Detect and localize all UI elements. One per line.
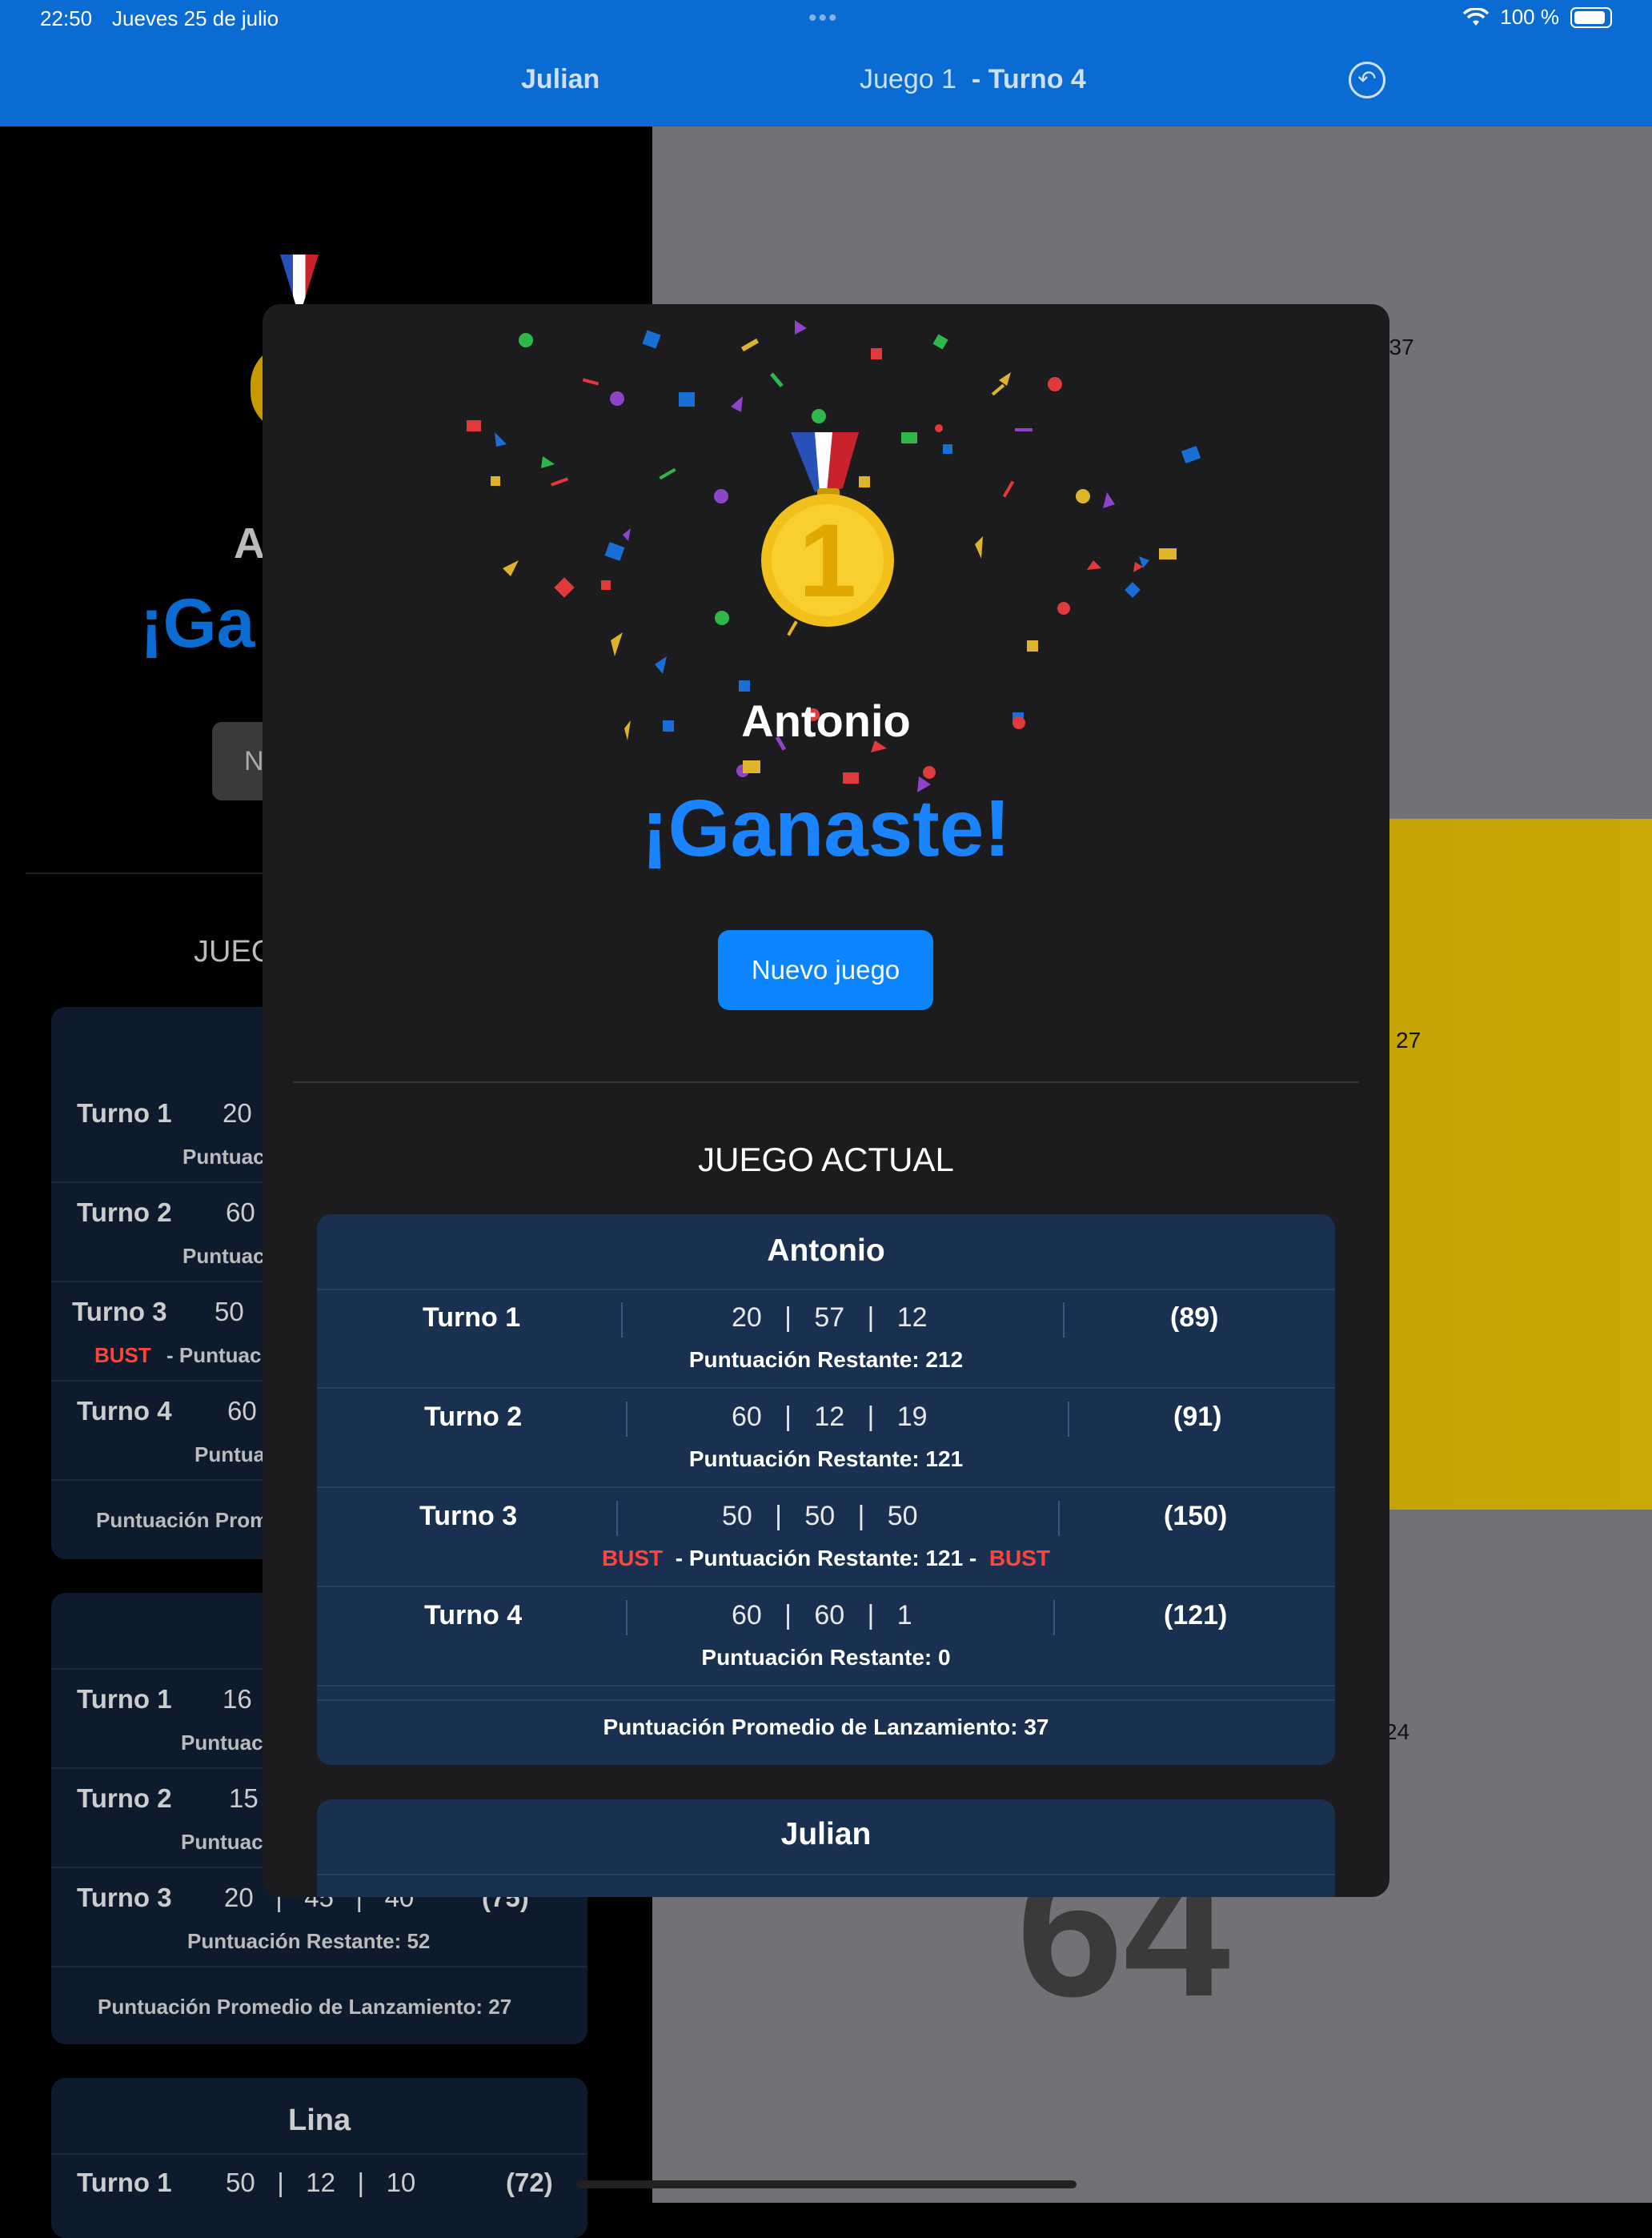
bg-turn: Turno 1	[77, 1684, 172, 1714]
battery-percent: 100 %	[1500, 5, 1559, 29]
column-divider	[616, 1501, 618, 1536]
bg-turn: Turno 3	[77, 1883, 172, 1912]
bg-remaining: Puntuac	[181, 1731, 263, 1755]
home-indicator[interactable]	[576, 2180, 1077, 2188]
row-divider	[317, 1874, 1335, 1875]
turn-throws: 20 | 57 | 12	[732, 1302, 928, 1333]
row-divider	[317, 1699, 1335, 1701]
status-date: Jueves 25 de julio	[112, 6, 279, 30]
average-score: Puntuación Promedio de Lanzamiento: 37	[603, 1715, 1049, 1739]
bg-remaining: Puntua	[194, 1442, 266, 1466]
bg-player-name: Lina	[288, 2104, 351, 2137]
turn-throws: 60 | 12 | 19	[732, 1402, 928, 1432]
bg-throws: 50 | 12 | 10	[226, 2168, 416, 2197]
bg-throws: 60	[227, 1396, 257, 1426]
bg-turn: Turno 1	[77, 1098, 172, 1128]
divider	[293, 1081, 1359, 1083]
row-divider	[317, 1586, 1335, 1587]
navigation-bar: 22:50 Jueves 25 de julio ••• 100 % Julia…	[0, 0, 1652, 126]
player-card: Julian	[317, 1799, 1335, 1897]
turn-total: (150)	[1164, 1501, 1228, 1531]
turn-label: Turno 2	[424, 1402, 523, 1432]
bg-remaining: Puntuac	[182, 1145, 265, 1169]
new-game-button[interactable]: Nuevo juego	[718, 930, 933, 1010]
bg-throws: 60	[226, 1197, 255, 1227]
turn-throws: 50 | 50 | 50	[722, 1501, 918, 1531]
row-divider	[317, 1387, 1335, 1389]
nav-turn: - Turno 4	[971, 64, 1086, 94]
column-divider	[626, 1402, 628, 1437]
section-title: JUEGO ACTUAL	[698, 1141, 954, 1178]
multitask-dots-icon[interactable]: •••	[808, 5, 839, 32]
bg-winner-name: A	[234, 519, 265, 568]
winner-headline: ¡Ganaste!	[641, 784, 1011, 873]
bust-label: BUST	[601, 1546, 664, 1570]
bg-turn: Turno 4	[77, 1396, 172, 1426]
turn-throws: 60 | 60 | 1	[732, 1600, 912, 1630]
bg-row-divider	[51, 2153, 587, 2155]
undo-icon[interactable]: ↶	[1349, 62, 1385, 98]
bg-throws: 16	[223, 1684, 252, 1714]
remaining-score-bust: BUST - Puntuación Restante: 121 - BUST	[601, 1546, 1051, 1570]
remaining-score: Puntuación Restante: 212	[688, 1347, 964, 1372]
turn-label: Turno 1	[423, 1302, 521, 1333]
bg-turn: Turno 2	[77, 1783, 172, 1813]
winner-name: Antonio	[741, 696, 911, 746]
column-divider	[1053, 1600, 1055, 1635]
bg-remaining: - Puntuac	[166, 1343, 262, 1367]
column-divider	[626, 1600, 628, 1635]
nav-player-button[interactable]: Julian	[521, 64, 599, 95]
row-divider	[317, 1289, 1335, 1290]
status-right: 100 %	[1463, 5, 1612, 30]
column-divider	[1063, 1302, 1065, 1338]
player-card: Antonio Turno 1 20 | 57 | 12 (89) Puntua…	[317, 1214, 1335, 1765]
row-divider	[317, 1685, 1335, 1687]
bg-ganaste: ¡Ga	[140, 585, 255, 662]
bg-total: (72)	[506, 2168, 553, 2197]
column-divider	[1058, 1501, 1060, 1536]
bust-label: BUST	[988, 1546, 1051, 1570]
row-divider	[317, 1486, 1335, 1488]
bg-turn: Turno 1	[77, 2168, 172, 2197]
svg-text:1: 1	[799, 502, 856, 619]
turn-total: (89)	[1170, 1302, 1219, 1333]
turn-label: Turno 3	[419, 1501, 518, 1531]
bg-average: Puntuación Promedio de Lanzamiento: 27	[98, 1995, 512, 2019]
column-divider	[1068, 1402, 1069, 1437]
column-divider	[621, 1302, 623, 1338]
player-name: Julian	[780, 1817, 872, 1851]
turn-label: Turno 4	[424, 1600, 523, 1630]
bg-throws: 50	[215, 1297, 244, 1326]
status-time: 22:50	[40, 6, 93, 30]
bg-turn: Turno 2	[77, 1197, 172, 1227]
bg-throws: 15	[229, 1783, 259, 1813]
winner-modal: 1 Antonio ¡Ganaste! Nuevo juego JUEGO AC…	[263, 304, 1389, 1897]
bg-label: 27	[1396, 1028, 1421, 1053]
bg-remaining: Puntuac	[182, 1244, 265, 1268]
battery-icon	[1570, 6, 1612, 28]
bg-player-card	[51, 2078, 587, 2238]
turn-total: (91)	[1173, 1402, 1222, 1432]
remaining-score: Puntuación Restante: 0	[701, 1645, 951, 1670]
bg-remaining: Puntuación Restante: 52	[187, 1929, 431, 1953]
wifi-icon	[1463, 7, 1490, 26]
medal-icon: 1	[761, 432, 894, 627]
remaining-score: Puntuación Restante: 121	[688, 1446, 964, 1471]
bg-average: Puntuación Prom	[96, 1508, 269, 1532]
nav-game-title: Juego 1 - Turno 4	[860, 64, 1086, 95]
bg-bust-label: BUST	[94, 1343, 151, 1367]
bg-remaining: Puntuac	[181, 1830, 263, 1854]
bg-turn: Turno 3	[72, 1297, 167, 1326]
player-name: Antonio	[767, 1233, 885, 1268]
turn-total: (121)	[1164, 1600, 1228, 1630]
nav-game: Juego 1	[860, 64, 956, 94]
bg-throws: 20	[223, 1098, 252, 1128]
bg-row-divider	[51, 1966, 587, 1967]
